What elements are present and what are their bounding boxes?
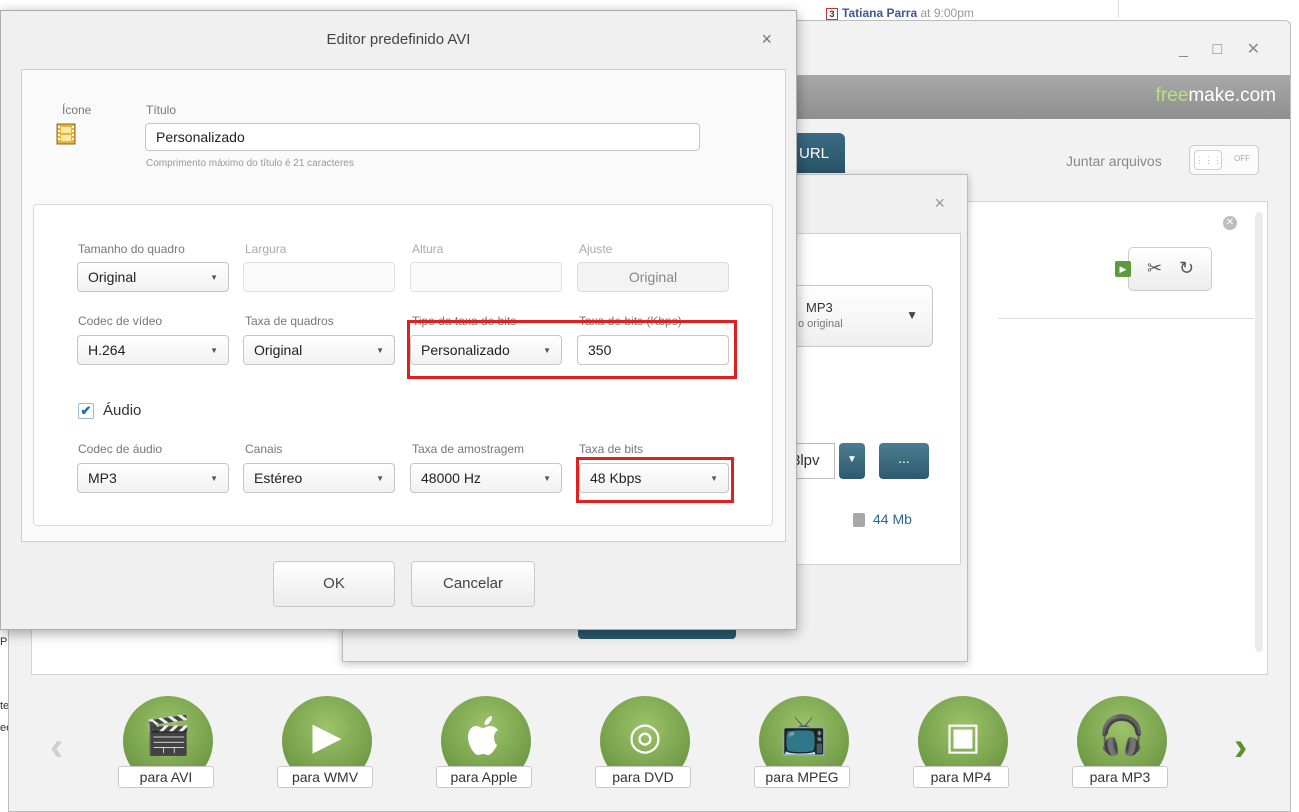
chevron-right-icon[interactable]: ›	[1234, 725, 1247, 770]
chevron-left-icon[interactable]: ‹	[50, 725, 63, 770]
disc-icon: ◎	[628, 716, 662, 758]
format-label: para WMV	[277, 766, 373, 788]
chevron-down-icon[interactable]: ▼	[839, 443, 865, 479]
window-controls[interactable]: _ □ ✕	[1179, 39, 1270, 59]
notification-time: at 9:00pm	[917, 6, 974, 20]
format-dvd-button[interactable]: ◎ para DVD	[587, 696, 697, 792]
chevron-down-icon: ▼	[210, 346, 218, 355]
audio-bitrate-label: Taxa de bits	[579, 442, 644, 456]
audio-label: Áudio	[103, 402, 142, 419]
film-strip-icon[interactable]	[54, 122, 78, 146]
fit-label: Ajuste	[579, 242, 613, 256]
join-files-label: Juntar arquivos	[1066, 153, 1162, 169]
format-label: para MP4	[913, 766, 1009, 788]
format-label: para DVD	[595, 766, 691, 788]
preset-subtitle: o original	[798, 318, 843, 330]
chevron-down-icon: ▼	[376, 474, 384, 483]
format-mp4-button[interactable]: ▣ para MP4	[905, 696, 1015, 792]
media-player-icon: ▶	[312, 716, 342, 758]
tv-icon: 📺	[780, 715, 828, 757]
mp4-player-icon: ▣	[945, 716, 981, 758]
more-options-button[interactable]: ...	[879, 443, 929, 479]
icon-label: Ícone	[62, 103, 92, 117]
clapper-icon: 🎬	[144, 715, 192, 757]
remove-file-icon[interactable]: ✕	[1223, 216, 1237, 230]
dialog-title: Editor predefinido AVI	[326, 31, 471, 48]
resolution-field[interactable]: 3lpv	[791, 443, 835, 479]
notification-name: Tatiana Parra	[842, 6, 918, 20]
file-list-scrollbar[interactable]	[1255, 212, 1263, 652]
file-size-icon	[853, 513, 865, 528]
close-icon[interactable]: ×	[761, 29, 772, 50]
audio-bitrate-highlight	[576, 457, 734, 503]
chevron-down-icon: ▼	[210, 474, 218, 483]
title-hint: Comprimento máximo do título é 21 caract…	[146, 158, 354, 169]
video-codec-label: Codec de vídeo	[78, 314, 163, 328]
audio-codec-label: Codec de áudio	[78, 442, 163, 456]
join-files-toggle[interactable]: ⋮⋮⋮ OFF	[1189, 145, 1259, 175]
channels-label: Canais	[245, 442, 283, 456]
channels-select[interactable]: Estéreo ▼	[243, 463, 395, 493]
height-input[interactable]	[410, 262, 562, 292]
frame-rate-select[interactable]: Original ▼	[243, 335, 395, 365]
format-mpeg-button[interactable]: 📺 para MPEG	[746, 696, 856, 792]
width-input[interactable]	[243, 262, 395, 292]
chevron-down-icon: ▼	[543, 474, 551, 483]
close-icon[interactable]: ×	[934, 193, 945, 214]
frame-size-label: Tamanho do quadro	[78, 242, 185, 256]
frame-size-select[interactable]: Original ▼	[77, 262, 229, 292]
row-divider	[998, 318, 1254, 319]
format-label: para MPEG	[754, 766, 850, 788]
chevron-down-icon: ▼	[376, 346, 384, 355]
background-notification: 3 Tatiana Parra at 9:00pm	[826, 6, 974, 20]
title-label: Título	[146, 103, 177, 117]
format-avi-button[interactable]: 🎬 para AVI	[110, 696, 220, 792]
scissors-icon[interactable]: ✂	[1147, 258, 1162, 279]
frame-rate-label: Taxa de quadros	[245, 314, 334, 328]
calendar-icon: 3	[826, 7, 838, 20]
video-bitrate-highlight	[407, 320, 737, 379]
format-apple-button[interactable]: para Apple	[428, 696, 538, 792]
audio-checkbox[interactable]: ✔	[78, 403, 94, 419]
chevron-down-icon: ▼	[906, 308, 918, 322]
apple-icon	[441, 714, 531, 768]
sample-rate-select[interactable]: 48000 Hz ▼	[410, 463, 562, 493]
chevron-down-icon: ▼	[210, 273, 218, 282]
format-label: para MP3	[1072, 766, 1168, 788]
sample-rate-label: Taxa de amostragem	[412, 442, 525, 456]
preset-title: MP3	[806, 300, 833, 315]
freemake-logo: freemake.com	[1155, 85, 1276, 106]
toggle-state: OFF	[1234, 154, 1250, 163]
rotate-icon[interactable]: ↻	[1179, 258, 1194, 279]
format-mp3-button[interactable]: 🎧 para MP3	[1064, 696, 1174, 792]
background-divider	[1118, 0, 1119, 18]
earphones-icon: 🎧	[1098, 715, 1146, 757]
ok-button[interactable]: OK	[273, 561, 395, 607]
background-edge-text: P	[0, 636, 8, 648]
video-codec-select[interactable]: H.264 ▼	[77, 335, 229, 365]
play-icon[interactable]: ▶	[1115, 261, 1131, 277]
format-label: para AVI	[118, 766, 214, 788]
fit-button[interactable]: Original	[577, 262, 729, 292]
preset-select[interactable]: MP3 o original ▼	[773, 285, 933, 347]
height-label: Altura	[412, 242, 444, 256]
format-label: para Apple	[436, 766, 532, 788]
audio-codec-select[interactable]: MP3 ▼	[77, 463, 229, 493]
width-label: Largura	[245, 242, 287, 256]
toggle-knob: ⋮⋮⋮	[1194, 150, 1222, 170]
cancel-button[interactable]: Cancelar	[411, 561, 535, 607]
format-wmv-button[interactable]: ▶ para WMV	[269, 696, 379, 792]
output-size: 44 Mb	[853, 511, 912, 528]
edit-buttons[interactable]: ▶ ✂ ↻	[1115, 247, 1212, 291]
preset-title-input[interactable]: Personalizado	[145, 123, 700, 151]
